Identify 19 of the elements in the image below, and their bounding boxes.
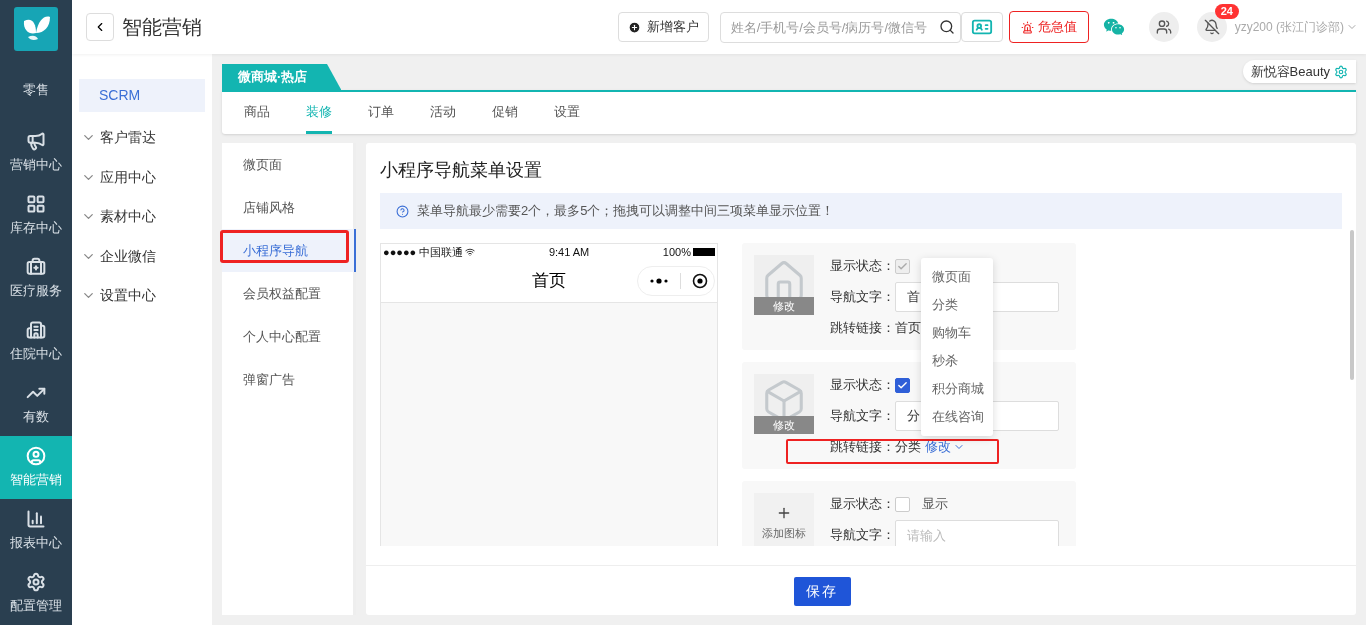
preview-page-title: 首页 [532,270,566,293]
carrier-text: ●●●●● 中国联通 [383,244,464,260]
checkbox-label: 显示 [922,495,948,514]
page-title: 智能营销 [122,15,202,40]
notification-badge: 24 [1214,4,1239,19]
field-label: 跳转链接： [830,319,895,338]
field-label: 导航文字： [830,288,895,307]
field-label: 跳转链接： [830,438,895,457]
battery-text: 100% [662,244,691,260]
field-label: 显示状态： [830,495,895,514]
panel-title: 小程序导航菜单设置 [379,159,543,182]
time-text: 9:41 AM [548,244,590,260]
field-label: 显示状态： [830,376,895,395]
link-value: 分类 [895,438,921,457]
field-label: 导航文字： [830,407,895,426]
link-value: 首页 [895,319,921,338]
field-label: 导航文字： [830,526,895,545]
notice-bar: 菜单导航最少需要2个，最多5个；拖拽可以调整中间三项菜单显示位置！ [380,193,1342,229]
field-label: 显示状态： [830,257,895,276]
